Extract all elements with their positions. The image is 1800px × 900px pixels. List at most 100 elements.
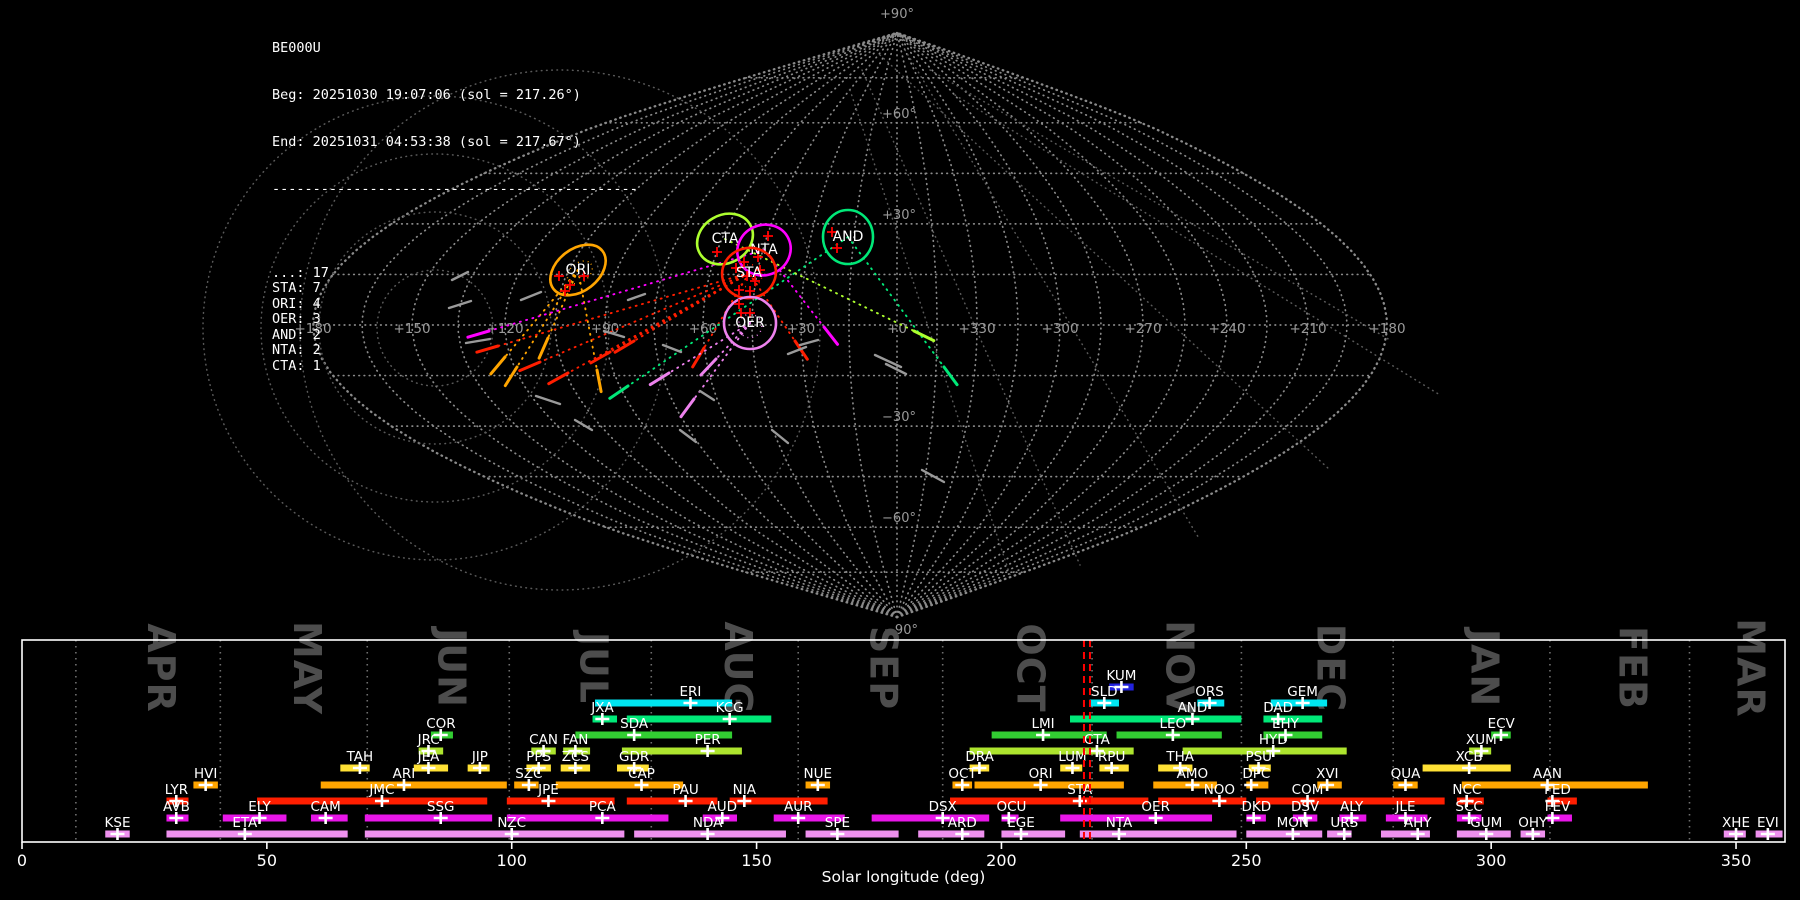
- shower-label-ely: ELY: [248, 799, 271, 815]
- scene-svg: +90°−90°+60°+30°−30°−60°+180 +150 +120 +90 +…: [17, 7, 1786, 886]
- shower-label-tha: THA: [1165, 749, 1194, 765]
- shower-label-oct: OCT: [948, 766, 977, 782]
- shower-label-ocu: OCU: [996, 799, 1026, 815]
- shower-label-and: AND: [1178, 700, 1208, 716]
- shower-label-xhe: XHE: [1722, 815, 1750, 831]
- x-tick-label: 300: [1476, 851, 1507, 870]
- radiant-meteor-marker: [763, 231, 773, 241]
- shower-label-mon: MON: [1277, 815, 1309, 831]
- shower-label-ors: ORS: [1195, 684, 1224, 700]
- begin-time: Beg: 20251030 19:07:06 (sol = 217.26°): [272, 86, 581, 103]
- shower-label-nda: NDA: [693, 815, 723, 831]
- shower-label-fev: FEV: [1545, 799, 1571, 815]
- separator-line: ----------------------------------------…: [272, 180, 638, 197]
- shower-label-qua: QUA: [1391, 766, 1422, 782]
- shower-label-dsx: DSX: [929, 799, 957, 815]
- shower-label-jip: JIP: [471, 749, 488, 765]
- shower-label-eri: ERI: [680, 684, 702, 700]
- shower-bar-kcg: [626, 715, 772, 723]
- observation-info: BE000U Beg: 20251030 19:07:06 (sol = 217…: [272, 10, 638, 406]
- shower-bar-spe: [805, 830, 899, 838]
- meteor-oer: [679, 397, 696, 419]
- shower-label-eta: ETA: [232, 815, 258, 831]
- month-label-may: MAY: [285, 621, 329, 715]
- shower-label-dpc: DPC: [1242, 766, 1270, 782]
- lat-label: +60°: [882, 107, 916, 122]
- lat-label: −30°: [882, 410, 916, 425]
- shower-label-cta: CTA: [1084, 732, 1111, 748]
- x-tick-label: 0: [17, 851, 27, 870]
- shower-label-lyr: LYR: [165, 782, 188, 798]
- shower-label-amo: AMO: [1177, 766, 1209, 782]
- lon-label: +0: [887, 321, 907, 337]
- shower-bar-sta: [950, 797, 1149, 805]
- shower-bar-eri: [594, 699, 733, 707]
- lat-label: −60°: [882, 511, 916, 526]
- month-label-jun: JUN: [429, 625, 473, 708]
- shower-label-lum: LUM: [1058, 749, 1086, 765]
- sporadic-meteor: [698, 389, 716, 402]
- x-tick-label: 150: [741, 851, 772, 870]
- shower-count: AND: 2: [272, 326, 321, 343]
- lat-label: +30°: [882, 208, 916, 223]
- shower-label-noo: NOO: [1204, 782, 1235, 798]
- shower-label-jxa: JXA: [590, 700, 614, 716]
- shower-label-avb: AVB: [163, 799, 190, 815]
- month-label-oct: OCT: [1008, 623, 1052, 712]
- shower-label-lmi: LMI: [1031, 716, 1054, 732]
- shower-label-gum: GUM: [1470, 815, 1502, 831]
- shower-bar-ari: [320, 781, 507, 789]
- shower-label-xcb: XCB: [1456, 749, 1483, 765]
- radiant-label-and: AND: [833, 229, 864, 245]
- sporadic-meteor: [678, 428, 698, 444]
- shower-label-dra: DRA: [965, 749, 994, 765]
- meteor-oer: [648, 371, 671, 387]
- shower-count: ...: 17: [272, 264, 329, 281]
- shower-label-hyd: HYD: [1259, 732, 1288, 748]
- meteor-trail-and: [847, 236, 945, 368]
- shower-label-nzc: NZC: [497, 815, 526, 831]
- x-axis-title: Solar longitude (deg): [822, 868, 986, 886]
- meteor-nta: [822, 325, 840, 346]
- shower-label-ehy: EHY: [1272, 716, 1300, 732]
- shower-label-nia: NIA: [733, 782, 757, 798]
- shower-label-pps: PPS: [526, 749, 551, 765]
- azimuth-line: [879, 54, 1331, 471]
- shower-label-ori: ORI: [1029, 766, 1053, 782]
- shower-count-list: ...: 17 STA: 7 ORI: 4 OER: 3 AND: 2 NTA: 2 CTA…: [272, 264, 638, 375]
- shower-bar-eta: [166, 830, 348, 838]
- shower-label-ohy: OHY: [1518, 815, 1548, 831]
- shower-label-can: CAN: [529, 732, 558, 748]
- meteor-radiant-report: +90° −90° +60° +30° −30° −60° +180 +150 +120 +90 +…: [0, 0, 1800, 900]
- shower-label-gdr: GDR: [619, 749, 649, 765]
- shower-label-jpe: JPE: [537, 782, 559, 798]
- shower-label-nta: NTA: [1106, 815, 1133, 831]
- shower-label-aur: AUR: [784, 799, 813, 815]
- month-label-mar: MAR: [1728, 618, 1772, 717]
- x-tick-label: 250: [1231, 851, 1262, 870]
- shower-label-dsv: DSV: [1291, 799, 1320, 815]
- shower-label-hvi: HVI: [194, 766, 217, 782]
- azimuth-line: [954, 94, 1441, 396]
- shower-label-gem: GEM: [1287, 684, 1318, 700]
- shower-label-aly: ALY: [1340, 799, 1364, 815]
- radiant-label-cta: CTA: [712, 231, 739, 247]
- shower-label-urs: URS: [1330, 815, 1358, 831]
- shower-label-ege: EGE: [1007, 815, 1035, 831]
- shower-label-pau: PAU: [672, 782, 698, 798]
- sporadic-meteor: [798, 338, 820, 347]
- shower-label-rpu: RPU: [1098, 749, 1125, 765]
- shower-bar-ege: [1001, 830, 1066, 838]
- shower-label-psu: PSU: [1245, 749, 1272, 765]
- shower-label-ard: ARD: [948, 815, 977, 831]
- shower-label-dkd: DKD: [1241, 799, 1271, 815]
- x-tick-label: 50: [257, 851, 277, 870]
- shower-bar-pca: [506, 814, 669, 822]
- shower-count: OER: 3: [272, 311, 321, 328]
- shower-label-spe: SPE: [825, 815, 850, 831]
- shower-count: ORI: 4: [272, 295, 321, 312]
- shower-bar-ard: [918, 830, 985, 838]
- activity-timeline-chart: APR MAY JUN JUL AUG SEP OCT NOV DEC JAN FEB MARKUME…: [17, 618, 1786, 886]
- month-label-jan: JAN: [1463, 626, 1507, 707]
- lon-label: +300: [1041, 321, 1078, 337]
